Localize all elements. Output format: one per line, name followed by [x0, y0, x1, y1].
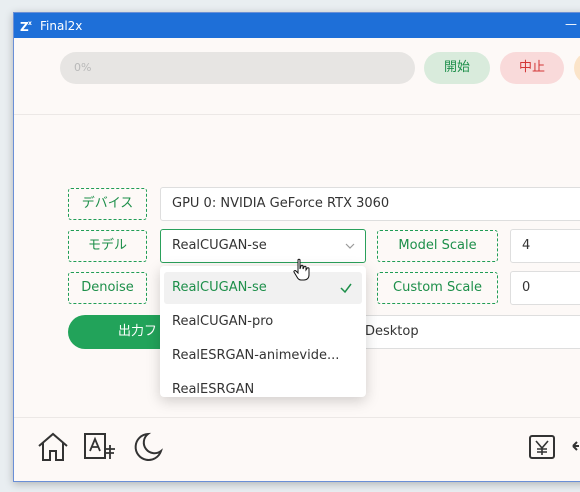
- custom-scale-label: Custom Scale: [377, 272, 498, 304]
- app-window: Z x Final2x — 0% 開始 中止 デバイス GPU 0: NVIDI…: [13, 12, 580, 482]
- svg-text:x: x: [28, 20, 32, 27]
- progress-text: 0%: [74, 61, 92, 74]
- model-scale-select[interactable]: 4: [510, 229, 580, 263]
- home-icon[interactable]: [36, 431, 70, 463]
- window-title: Final2x: [40, 18, 83, 33]
- dropdown-option-realesrgan[interactable]: RealESRGAN: [164, 374, 362, 397]
- bottom-divider: [14, 417, 580, 418]
- yen-icon[interactable]: [526, 431, 560, 463]
- minimize-button[interactable]: —: [562, 17, 580, 33]
- app-logo-icon: Z x: [20, 19, 34, 34]
- dropdown-option-realcugan-pro[interactable]: RealCUGAN-pro: [164, 306, 362, 338]
- model-dropdown-menu: RealCUGAN-se RealCUGAN-pro RealESRGAN-an…: [160, 266, 366, 397]
- model-select[interactable]: RealCUGAN-se: [160, 229, 366, 263]
- translate-icon[interactable]: [82, 431, 116, 463]
- denoise-label: Denoise: [68, 272, 147, 304]
- dropdown-option-label: RealESRGAN: [172, 382, 255, 397]
- extra-toolbar-button[interactable]: [574, 52, 580, 84]
- moon-icon[interactable]: [130, 431, 164, 463]
- custom-scale-input[interactable]: 0: [510, 271, 580, 305]
- hand-cursor-icon: [292, 258, 312, 282]
- model-scale-label: Model Scale: [377, 230, 498, 262]
- progress-bar: 0%: [60, 52, 415, 84]
- stop-button[interactable]: 中止: [500, 52, 564, 84]
- title-bar[interactable]: Z x Final2x —: [14, 13, 580, 38]
- model-label: モデル: [68, 230, 147, 262]
- dropdown-option-realcugan-se[interactable]: RealCUGAN-se: [164, 272, 362, 304]
- top-divider: [14, 114, 580, 115]
- start-button[interactable]: 開始: [424, 52, 490, 84]
- back-arrow-icon[interactable]: [569, 431, 580, 463]
- device-select[interactable]: GPU 0: NVIDIA GeForce RTX 3060: [160, 187, 580, 221]
- dropdown-option-label: RealCUGAN-pro: [172, 314, 274, 329]
- dropdown-option-label: RealESRGAN-animevide...: [172, 348, 340, 363]
- dropdown-option-label: RealCUGAN-se: [172, 280, 267, 295]
- output-path-field[interactable]: Desktop: [344, 315, 580, 349]
- device-label: デバイス: [68, 188, 147, 220]
- model-select-value: RealCUGAN-se: [172, 238, 267, 253]
- dropdown-option-realesrgan-animevideo[interactable]: RealESRGAN-animevide...: [164, 340, 362, 372]
